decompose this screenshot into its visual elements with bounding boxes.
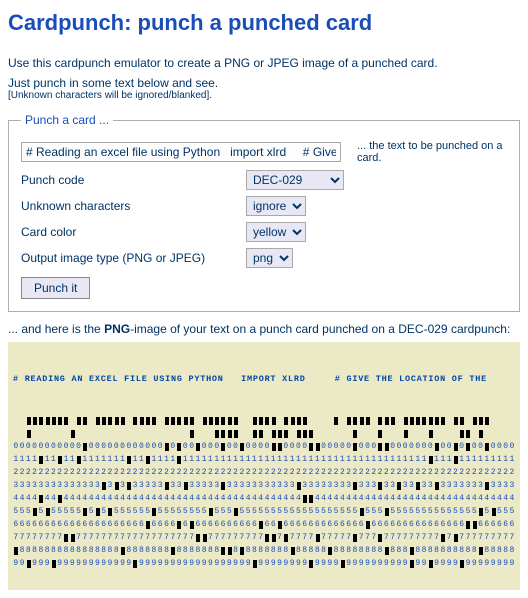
punch-row: 5555555555555555555555555555555555555555… (13, 506, 515, 519)
code-label: Punch code (21, 173, 246, 187)
punch-form: Punch a card ... ... the text to be punc… (8, 113, 520, 312)
intro-text: Use this cardpunch emulator to create a … (8, 56, 520, 70)
punch-row: 8888888888888888888888888888888888888888… (13, 545, 515, 558)
card-text-row: # READING AN EXCEL FILE USING PYTHON IMP… (13, 373, 515, 386)
out-select[interactable]: png (246, 248, 293, 268)
unk-row: Unknown characters ignore (21, 193, 507, 219)
hint-line-2: [Unknown characters will be ignored/blan… (8, 90, 520, 101)
color-select[interactable]: yellow (246, 222, 306, 242)
hint-line-1: Just punch in some text below and see. (8, 76, 520, 90)
out-label: Output image type (PNG or JPEG) (21, 251, 246, 265)
punch-card-image: # READING AN EXCEL FILE USING PYTHON IMP… (8, 342, 520, 590)
page-title: Cardpunch: punch a punched card (8, 8, 520, 36)
unk-select[interactable]: ignore (246, 196, 306, 216)
code-row: Punch code DEC-029 (21, 167, 507, 193)
punch-row: 0000000000000000000000000000000000000000… (13, 441, 515, 454)
color-label: Card color (21, 225, 246, 239)
code-select[interactable]: DEC-029 (246, 170, 344, 190)
punch-row (13, 415, 515, 428)
text-after-label: ... the text to be punched on a card. (351, 140, 507, 164)
punch-row: 4444444444444444444444444444444444444444… (13, 493, 515, 506)
unk-label: Unknown characters (21, 199, 246, 213)
punch-row (13, 428, 515, 441)
text-input[interactable] (21, 142, 341, 162)
color-row: Card color yellow (21, 219, 507, 245)
text-row: ... the text to be punched on a card. (21, 137, 507, 167)
punch-row: 2222222222222222222222222222222222222222… (13, 467, 515, 480)
out-row: Output image type (PNG or JPEG) png (21, 245, 507, 271)
punch-row: 1111111111111111111111111111111111111111… (13, 454, 515, 467)
punch-row: 6666666666666666666666666666666666666666… (13, 519, 515, 532)
punch-row: 9999999999999999999999999999999999999999… (13, 558, 515, 571)
result-line: ... and here is the PNG-image of your te… (8, 322, 520, 336)
submit-button[interactable]: Punch it (21, 277, 90, 299)
fieldset-legend: Punch a card ... (21, 113, 113, 127)
punch-row: 3333333333333333333333333333333333333333… (13, 480, 515, 493)
punch-row: 7777777777777777777777777777777777777777… (13, 532, 515, 545)
